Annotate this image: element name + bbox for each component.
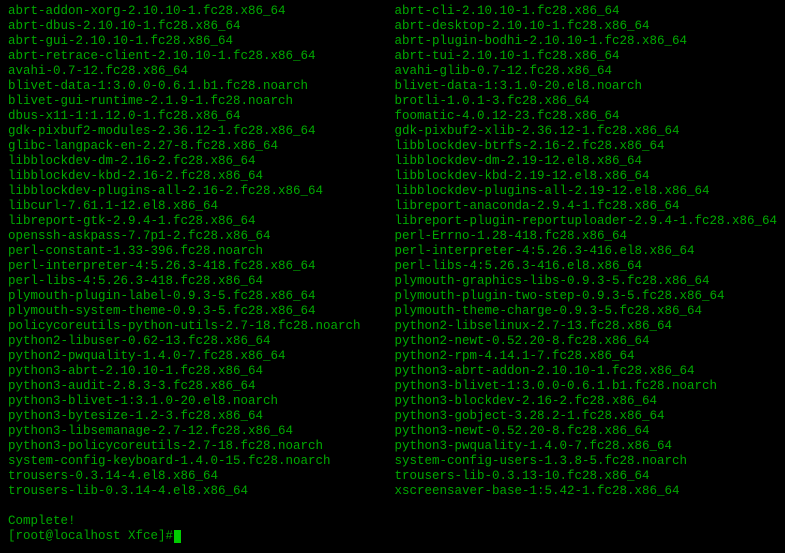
- package-entry: perl-constant-1.33-396.fc28.noarch: [8, 244, 394, 259]
- package-entry: avahi-glib-0.7-12.fc28.x86_64: [394, 64, 777, 79]
- package-entry: python3-libsemanage-2.7-12.fc28.x86_64: [8, 424, 394, 439]
- package-entry: python2-rpm-4.14.1-7.fc28.x86_64: [394, 349, 777, 364]
- package-entry: libcurl-7.61.1-12.el8.x86_64: [8, 199, 394, 214]
- package-entry: trousers-0.3.14-4.el8.x86_64: [8, 469, 394, 484]
- package-entry: python3-pwquality-1.4.0-7.fc28.x86_64: [394, 439, 777, 454]
- package-column-left: abrt-addon-xorg-2.10.10-1.fc28.x86_64 ab…: [8, 4, 394, 499]
- package-entry: libblockdev-plugins-all-2.19-12.el8.x86_…: [394, 184, 777, 199]
- package-entry: libblockdev-dm-2.19-12.el8.x86_64: [394, 154, 777, 169]
- package-entry: xscreensaver-base-1:5.42-1.fc28.x86_64: [394, 484, 777, 499]
- package-entry: blivet-gui-runtime-2.1.9-1.fc28.noarch: [8, 94, 394, 109]
- package-entry: python2-newt-0.52.20-8.fc28.x86_64: [394, 334, 777, 349]
- package-entry: abrt-addon-xorg-2.10.10-1.fc28.x86_64: [8, 4, 394, 19]
- package-entry: libreport-gtk-2.9.4-1.fc28.x86_64: [8, 214, 394, 229]
- package-entry: trousers-lib-0.3.13-10.fc28.x86_64: [394, 469, 777, 484]
- package-entry: libblockdev-dm-2.16-2.fc28.x86_64: [8, 154, 394, 169]
- package-entry: abrt-cli-2.10.10-1.fc28.x86_64: [394, 4, 777, 19]
- package-entry: brotli-1.0.1-3.fc28.x86_64: [394, 94, 777, 109]
- package-entry: libblockdev-plugins-all-2.16-2.fc28.x86_…: [8, 184, 394, 199]
- package-entry: openssh-askpass-7.7p1-2.fc28.x86_64: [8, 229, 394, 244]
- package-entry: gdk-pixbuf2-modules-2.36.12-1.fc28.x86_6…: [8, 124, 394, 139]
- package-entry: abrt-tui-2.10.10-1.fc28.x86_64: [394, 49, 777, 64]
- package-entry: plymouth-plugin-label-0.9.3-5.fc28.x86_6…: [8, 289, 394, 304]
- package-entry: plymouth-graphics-libs-0.9.3-5.fc28.x86_…: [394, 274, 777, 289]
- package-entry: system-config-users-1.3.8-5.fc28.noarch: [394, 454, 777, 469]
- package-entry: python2-libselinux-2.7-13.fc28.x86_64: [394, 319, 777, 334]
- package-entry: plymouth-theme-charge-0.9.3-5.fc28.x86_6…: [394, 304, 777, 319]
- package-entry: plymouth-plugin-two-step-0.9.3-5.fc28.x8…: [394, 289, 777, 304]
- cursor-icon: [174, 530, 181, 543]
- package-entry: abrt-plugin-bodhi-2.10.10-1.fc28.x86_64: [394, 34, 777, 49]
- shell-prompt-line[interactable]: [root@localhost Xfce]#: [8, 529, 777, 544]
- package-entry: avahi-0.7-12.fc28.x86_64: [8, 64, 394, 79]
- package-entry: glibc-langpack-en-2.27-8.fc28.x86_64: [8, 139, 394, 154]
- package-entry: perl-interpreter-4:5.26.3-416.el8.x86_64: [394, 244, 777, 259]
- package-entry: libblockdev-kbd-2.16-2.fc28.x86_64: [8, 169, 394, 184]
- package-entry: plymouth-system-theme-0.9.3-5.fc28.x86_6…: [8, 304, 394, 319]
- package-entry: perl-interpreter-4:5.26.3-418.fc28.x86_6…: [8, 259, 394, 274]
- package-entry: foomatic-4.0.12-23.fc28.x86_64: [394, 109, 777, 124]
- package-entry: trousers-lib-0.3.14-4.el8.x86_64: [8, 484, 394, 499]
- package-entry: abrt-desktop-2.10.10-1.fc28.x86_64: [394, 19, 777, 34]
- package-entry: python3-blockdev-2.16-2.fc28.x86_64: [394, 394, 777, 409]
- package-entry: system-config-keyboard-1.4.0-15.fc28.noa…: [8, 454, 394, 469]
- package-entry: python2-pwquality-1.4.0-7.fc28.x86_64: [8, 349, 394, 364]
- package-entry: abrt-dbus-2.10.10-1.fc28.x86_64: [8, 19, 394, 34]
- package-column-right: abrt-cli-2.10.10-1.fc28.x86_64 abrt-desk…: [394, 4, 777, 499]
- complete-message: Complete!: [8, 514, 777, 529]
- package-entry: dbus-x11-1:1.12.0-1.fc28.x86_64: [8, 109, 394, 124]
- package-entry: python3-abrt-2.10.10-1.fc28.x86_64: [8, 364, 394, 379]
- package-entry: libblockdev-btrfs-2.16-2.fc28.x86_64: [394, 139, 777, 154]
- package-entry: libblockdev-kbd-2.19-12.el8.x86_64: [394, 169, 777, 184]
- shell-prompt: [root@localhost Xfce]#: [8, 529, 173, 544]
- package-entry: python3-policycoreutils-2.7-18.fc28.noar…: [8, 439, 394, 454]
- package-entry: libreport-plugin-reportuploader-2.9.4-1.…: [394, 214, 777, 229]
- terminal-output[interactable]: abrt-addon-xorg-2.10.10-1.fc28.x86_64 ab…: [8, 4, 777, 544]
- package-entry: python3-audit-2.8.3-3.fc28.x86_64: [8, 379, 394, 394]
- package-entry: python2-libuser-0.62-13.fc28.x86_64: [8, 334, 394, 349]
- package-columns: abrt-addon-xorg-2.10.10-1.fc28.x86_64 ab…: [8, 4, 777, 499]
- package-entry: perl-libs-4:5.26.3-418.fc28.x86_64: [8, 274, 394, 289]
- package-entry: python3-newt-0.52.20-8.fc28.x86_64: [394, 424, 777, 439]
- package-entry: gdk-pixbuf2-xlib-2.36.12-1.fc28.x86_64: [394, 124, 777, 139]
- package-entry: python3-gobject-3.28.2-1.fc28.x86_64: [394, 409, 777, 424]
- package-entry: python3-bytesize-1.2-3.fc28.x86_64: [8, 409, 394, 424]
- package-entry: libreport-anaconda-2.9.4-1.fc28.x86_64: [394, 199, 777, 214]
- package-entry: perl-libs-4:5.26.3-416.el8.x86_64: [394, 259, 777, 274]
- package-entry: python3-blivet-1:3.1.0-20.el8.noarch: [8, 394, 394, 409]
- package-entry: python3-blivet-1:3.0.0-0.6.1.b1.fc28.noa…: [394, 379, 777, 394]
- package-entry: python3-abrt-addon-2.10.10-1.fc28.x86_64: [394, 364, 777, 379]
- package-entry: perl-Errno-1.28-418.fc28.x86_64: [394, 229, 777, 244]
- package-entry: blivet-data-1:3.0.0-0.6.1.b1.fc28.noarch: [8, 79, 394, 94]
- blank-line: [8, 499, 777, 514]
- package-entry: blivet-data-1:3.1.0-20.el8.noarch: [394, 79, 777, 94]
- package-entry: abrt-gui-2.10.10-1.fc28.x86_64: [8, 34, 394, 49]
- package-entry: abrt-retrace-client-2.10.10-1.fc28.x86_6…: [8, 49, 394, 64]
- package-entry: policycoreutils-python-utils-2.7-18.fc28…: [8, 319, 394, 334]
